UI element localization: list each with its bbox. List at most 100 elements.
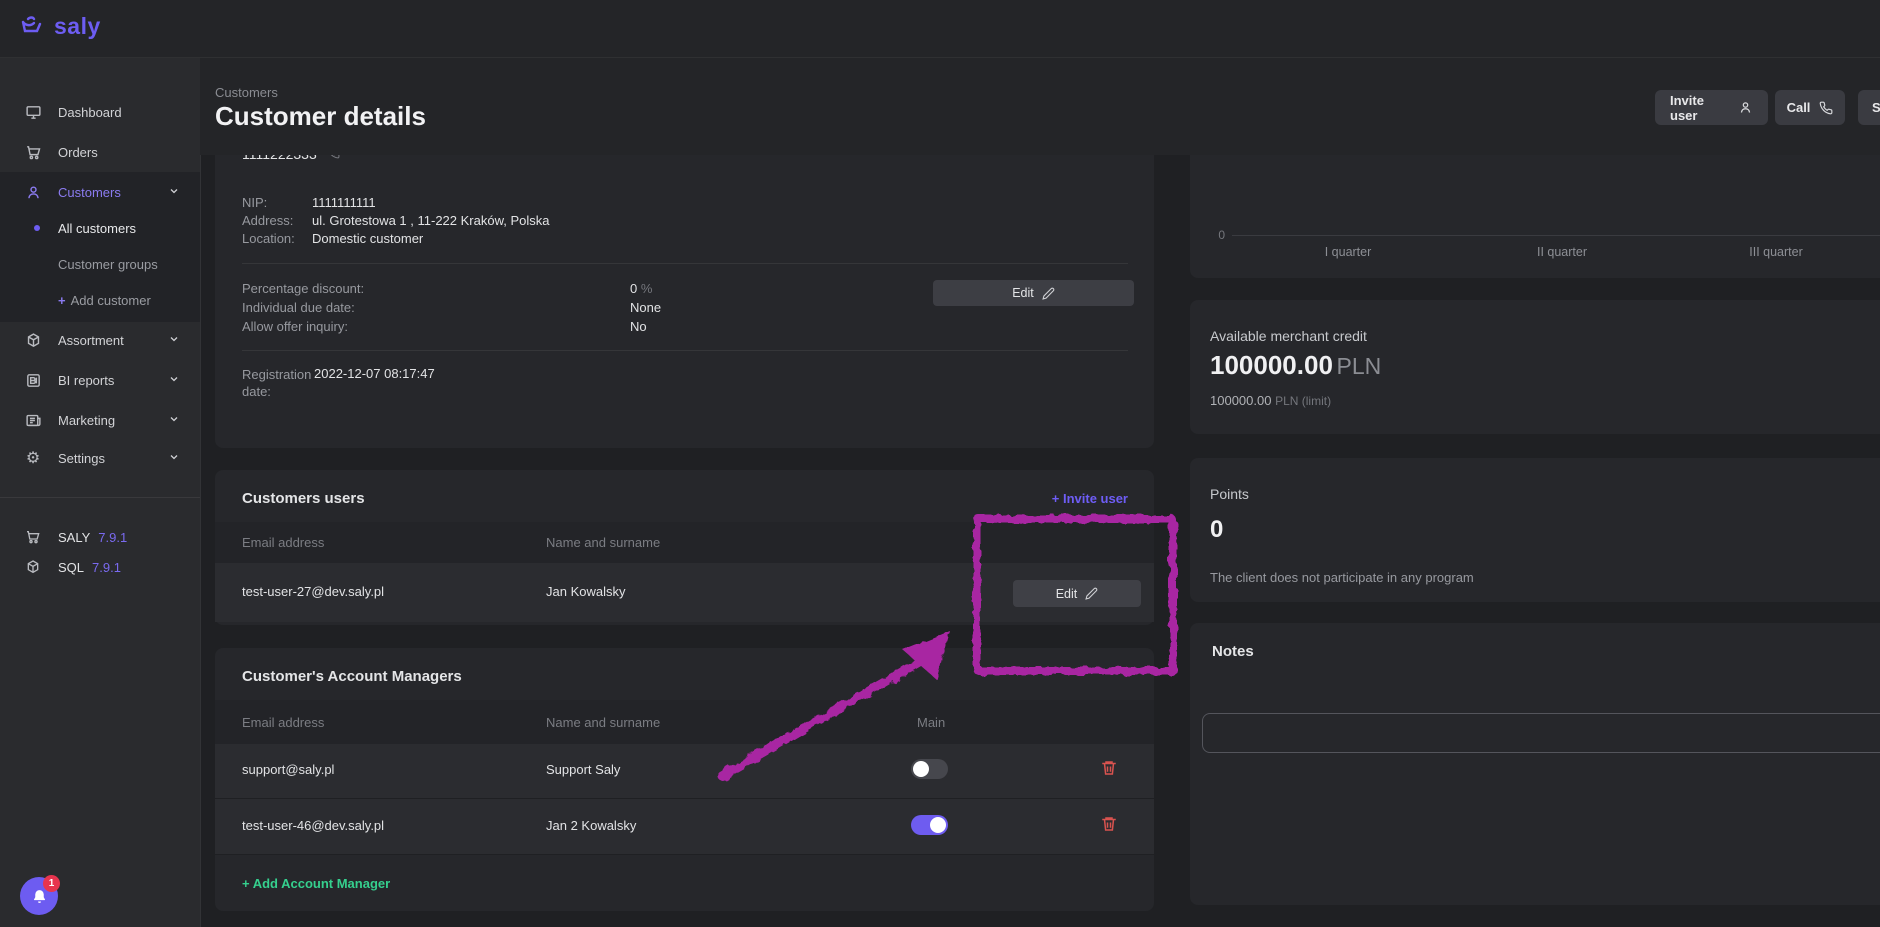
news-icon: [24, 412, 42, 429]
saly-logo[interactable]: saly: [20, 13, 101, 40]
app-screen: 1111222333 NIP: 1111111111 Address: ul. …: [0, 0, 1880, 927]
invite-user-button[interactable]: Invite user: [1655, 90, 1768, 125]
col-name-surname: Name and surname: [546, 715, 660, 730]
saly-version-number[interactable]: 7.9.1: [98, 530, 127, 545]
nip-label: NIP:: [242, 195, 267, 210]
edit-customer-button[interactable]: Edit: [933, 280, 1134, 306]
sidebar-item-all-customers[interactable]: All customers: [0, 210, 200, 246]
nip-value: 1111111111: [312, 195, 376, 210]
discount-value: 0 %: [630, 281, 652, 296]
manager-name: Support Saly: [546, 762, 620, 777]
notes-input[interactable]: [1202, 713, 1880, 753]
call-button-label: Call: [1787, 100, 1811, 115]
registration-value: 2022-12-07 08:17:47: [314, 366, 435, 381]
monitor-icon: [24, 104, 42, 121]
address-value: ul. Grotestowa 1 , 11-222 Kraków, Polska: [312, 213, 550, 228]
points-value: 0: [1210, 516, 1223, 544]
account-managers-card: Customer's Account Managers Email addres…: [215, 648, 1154, 911]
sidebar-footer-saly: SALY 7.9.1: [0, 522, 200, 552]
address-label: Address:: [242, 213, 293, 228]
merchant-credit-amount: 100000.00 PLN: [1210, 350, 1381, 381]
customers-users-title: Customers users: [242, 490, 365, 507]
customers-users-card: Customers users + Invite user Email addr…: [215, 470, 1154, 625]
sidebar-item-customers[interactable]: Customers: [0, 172, 200, 212]
active-dot-icon: [34, 225, 40, 231]
points-note: The client does not participate in any p…: [1210, 570, 1474, 585]
location-label: Location:: [242, 231, 295, 246]
discount-label: Percentage discount:: [242, 281, 364, 296]
sidebar-item-label: Assortment: [58, 333, 124, 348]
col-main: Main: [917, 715, 945, 730]
merchant-credit-title: Available merchant credit: [1210, 328, 1367, 344]
account-managers-table-header: Email address Name and surname Main: [215, 700, 1154, 744]
notification-badge: 1: [43, 875, 60, 892]
sidebar: Dashboard Orders Customers All customers…: [0, 57, 201, 927]
user-email: test-user-27@dev.saly.pl: [242, 584, 384, 599]
invite-user-button-label: Invite user: [1670, 93, 1729, 123]
toggle-knob: [913, 761, 929, 777]
cart-icon: [24, 529, 42, 545]
edit-user-button[interactable]: Edit: [1013, 580, 1141, 607]
saly-version-label: SALY: [58, 530, 90, 545]
chevron-down-icon[interactable]: [168, 185, 180, 200]
customers-submenu-block: Customers All customers Customer groups …: [0, 172, 200, 322]
sidebar-item-add-customer[interactable]: + Add customer: [0, 282, 200, 318]
cutoff-button[interactable]: S: [1858, 90, 1880, 125]
table-row: test-user-46@dev.saly.pl Jan 2 Kowalsky: [215, 799, 1154, 855]
chevron-down-icon[interactable]: [168, 333, 180, 348]
sidebar-item-settings[interactable]: ⚙ Settings: [0, 438, 200, 478]
sidebar-item-dashboard[interactable]: Dashboard: [0, 92, 200, 132]
sidebar-item-label: Settings: [58, 451, 105, 466]
top-bar: saly: [0, 0, 1880, 58]
trash-icon[interactable]: [1100, 758, 1118, 778]
points-card: Points 0 The client does not participate…: [1190, 458, 1880, 602]
sql-version-number[interactable]: 7.9.1: [92, 560, 121, 575]
main-toggle[interactable]: [911, 759, 948, 779]
offer-inquiry-label: Allow offer inquiry:: [242, 319, 348, 334]
cube-icon: [24, 332, 42, 349]
sidebar-item-marketing[interactable]: Marketing: [0, 400, 200, 440]
sidebar-divider: [0, 497, 200, 498]
offer-inquiry-value: No: [630, 319, 647, 334]
cube-icon: [24, 559, 42, 575]
breadcrumb[interactable]: Customers: [215, 85, 278, 100]
main-toggle[interactable]: [911, 815, 948, 835]
bell-icon: [31, 888, 48, 905]
toggle-knob: [930, 817, 946, 833]
sidebar-footer-sql: SQL 7.9.1: [0, 552, 200, 582]
page-header: Customers Customer details Invite user C…: [200, 57, 1880, 155]
user-icon: [1738, 100, 1753, 115]
chevron-down-icon[interactable]: [168, 451, 180, 466]
sidebar-item-assortment[interactable]: Assortment: [0, 320, 200, 360]
notes-title: Notes: [1212, 643, 1254, 660]
sidebar-item-orders[interactable]: Orders: [0, 132, 200, 172]
manager-email: test-user-46@dev.saly.pl: [242, 818, 384, 833]
bi-icon: [24, 372, 42, 389]
chart-zero-tick: 0: [1200, 228, 1225, 242]
edit-customer-label: Edit: [1012, 286, 1034, 300]
add-account-manager-link[interactable]: + Add Account Manager: [242, 876, 390, 891]
chart-category-2: II quarter: [1502, 245, 1622, 259]
sidebar-item-label: Customer groups: [58, 257, 158, 272]
registration-label: Registration date:: [242, 366, 322, 400]
saly-logo-text: saly: [54, 13, 101, 40]
col-email-address: Email address: [242, 715, 324, 730]
page-title: Customer details: [215, 101, 426, 132]
location-value: Domestic customer: [312, 231, 423, 246]
points-title: Points: [1210, 486, 1249, 502]
sidebar-item-customer-groups[interactable]: Customer groups: [0, 246, 200, 282]
user-icon: [24, 184, 42, 201]
chevron-down-icon[interactable]: [168, 373, 180, 388]
merchant-credit-card: Available merchant credit 100000.00 PLN …: [1190, 300, 1880, 434]
divider: [242, 350, 1128, 351]
sidebar-item-label: Add customer: [71, 293, 151, 308]
invite-user-link[interactable]: + Invite user: [975, 491, 1128, 506]
customers-users-table-header: Email address Name and surname: [215, 522, 1154, 563]
user-name: Jan Kowalsky: [546, 584, 625, 599]
sidebar-item-bi-reports[interactable]: BI reports: [0, 360, 200, 400]
chevron-down-icon[interactable]: [168, 413, 180, 428]
sidebar-item-label: Customers: [58, 185, 121, 200]
cart-icon: [24, 144, 42, 161]
trash-icon[interactable]: [1100, 814, 1118, 834]
call-button[interactable]: Call: [1775, 90, 1845, 125]
